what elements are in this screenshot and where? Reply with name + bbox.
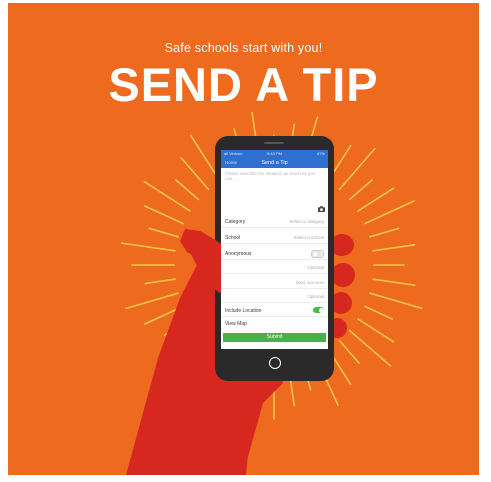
school-row[interactable]: School Select a school (221, 232, 328, 244)
finger-2 (331, 263, 355, 287)
sunburst-ray (338, 339, 360, 365)
phone-row[interactable]: (xxx) xxx-xxxx (221, 277, 328, 289)
include-location-toggle[interactable] (313, 307, 324, 313)
category-row[interactable]: Category Select a category (221, 216, 328, 228)
sunburst-ray (175, 179, 200, 201)
sunburst-ray (357, 318, 395, 343)
tip-poster: Safe schools start with you! SEND A TIP … (8, 3, 479, 475)
name-row[interactable]: Optional (221, 262, 328, 274)
school-label: School (225, 235, 241, 241)
email-row[interactable]: Optional (221, 291, 328, 303)
category-label: Category (225, 219, 246, 225)
view-map-label: View Map (225, 321, 247, 327)
sunburst-ray (125, 292, 179, 310)
anonymous-label: Anonymous (225, 251, 252, 257)
include-location-label: Include Location (225, 308, 262, 314)
category-value: Select a category (289, 219, 324, 224)
nav-title: Send a Tip (261, 159, 288, 166)
phone-speaker (264, 142, 284, 144)
sunburst-ray (369, 227, 400, 238)
phone-value: (xxx) xxx-xxxx (295, 280, 324, 285)
name-value: Optional (307, 265, 324, 270)
anonymous-toggle[interactable] (311, 250, 324, 258)
sunburst-ray (357, 187, 395, 212)
tip-text-area[interactable]: Please describe the situation as much as… (225, 171, 321, 182)
anonymous-row[interactable]: Anonymous (221, 248, 328, 260)
submit-button[interactable]: Submit (223, 333, 326, 342)
time-label: 9:43 PM (267, 151, 282, 156)
sunburst-ray (364, 305, 394, 320)
status-bar: all Verizon 9:43 PM 87% (221, 150, 328, 157)
view-map-row[interactable]: View Map (221, 318, 328, 329)
sunburst-ray (372, 278, 416, 287)
sunburst-ray (369, 292, 423, 310)
battery-label: 87% (316, 151, 325, 156)
sunburst-ray (364, 200, 415, 225)
sunburst-ray (372, 244, 416, 252)
email-value: Optional (307, 294, 324, 299)
camera-icon[interactable] (318, 206, 325, 212)
phone-screen: all Verizon 9:43 PM 87% Home Send a Tip … (221, 150, 328, 349)
home-button[interactable] (269, 357, 281, 369)
sunburst-ray (120, 242, 176, 252)
sunburst-ray (148, 227, 179, 238)
include-location-row[interactable]: Include Location (221, 305, 328, 317)
sunburst-ray (144, 278, 176, 285)
sunburst-ray (180, 156, 210, 191)
sunburst-ray (144, 205, 184, 225)
nav-bar: Home Send a Tip (221, 157, 328, 168)
sunburst-ray (348, 179, 374, 201)
school-value: Select a school (293, 235, 324, 240)
